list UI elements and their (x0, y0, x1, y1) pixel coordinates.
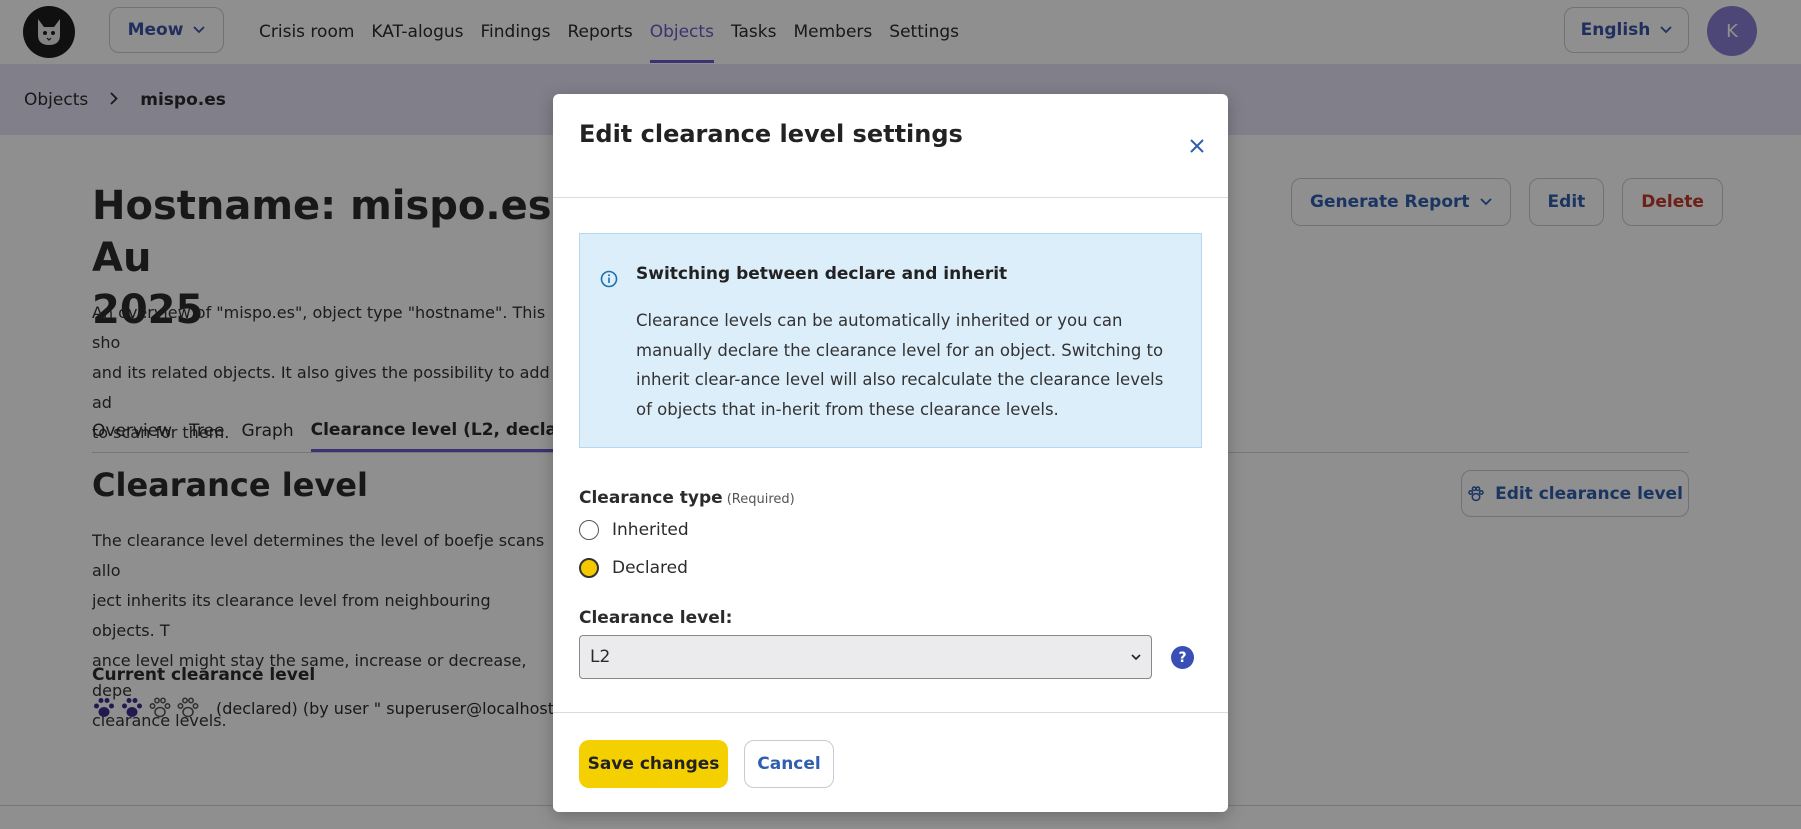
save-changes-button[interactable]: Save changes (579, 740, 728, 788)
info-heading: Switching between declare and inherit (636, 264, 1008, 284)
chevron-down-icon (1131, 653, 1141, 660)
radio-declared-label: Declared (612, 558, 688, 578)
modal-header-divider (553, 197, 1228, 198)
radio-declared[interactable]: Declared (579, 558, 688, 578)
info-icon (600, 270, 618, 288)
cancel-button[interactable]: Cancel (744, 740, 834, 788)
help-icon[interactable]: ? (1171, 646, 1194, 669)
clearance-type-label-text: Clearance type (579, 488, 723, 508)
radio-button-unchecked[interactable] (579, 520, 599, 540)
info-notice: Switching between declare and inherit Cl… (579, 233, 1202, 448)
radio-inherited-label: Inherited (612, 520, 689, 540)
modal-title: Edit clearance level settings (579, 120, 963, 148)
required-marker: (Required) (726, 492, 795, 507)
radio-inherited[interactable]: Inherited (579, 520, 689, 540)
clearance-level-label: Clearance level: (579, 608, 733, 628)
info-text: Clearance levels can be automatically in… (636, 311, 1164, 419)
clearance-level-select[interactable]: L2 (579, 635, 1152, 679)
clearance-level-selected-value: L2 (590, 647, 611, 667)
modal-footer-divider (553, 712, 1228, 713)
clearance-type-label: Clearance type (Required) (579, 488, 795, 508)
close-icon[interactable] (1187, 136, 1207, 156)
edit-clearance-modal: Edit clearance level settings Switching … (553, 94, 1228, 812)
radio-button-checked[interactable] (579, 558, 599, 578)
